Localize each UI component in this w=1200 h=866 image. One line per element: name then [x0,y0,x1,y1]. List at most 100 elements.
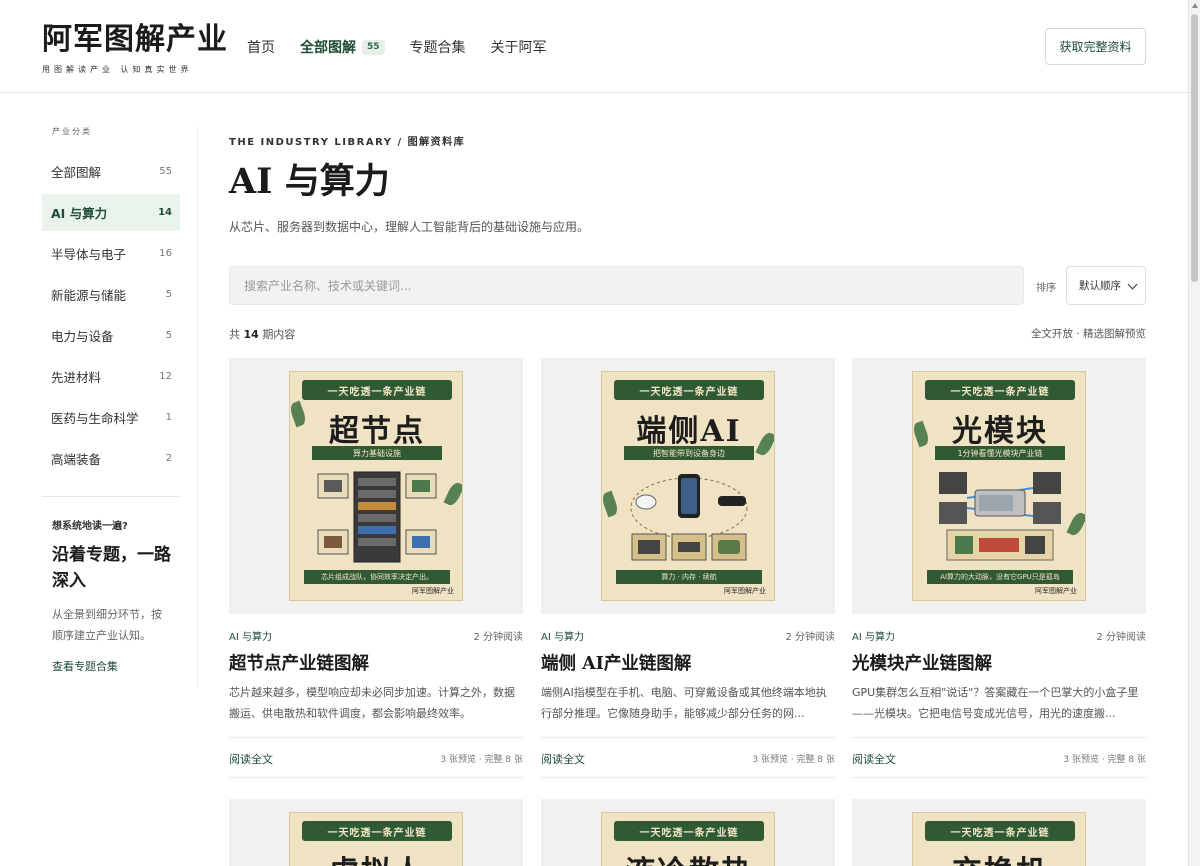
scroll-up-arrow-icon[interactable] [1192,3,1198,8]
read-full-link[interactable]: 阅读全文 [229,751,273,767]
poster-title: 端侧AI [636,414,742,449]
poster-banner: 一天吃透一条产业链 [925,821,1075,841]
card-description: 芯片越来越多，模型响应却未必同步加速。计算之外，数据搬运、供电散热和软件调度，都… [229,686,515,720]
logo-subtitle: 用图解读产业 认知真实世界 [42,65,193,74]
poster-banner: 一天吃透一条产业链 [302,380,452,400]
poster-signature: 阿军图解产业 [412,587,454,595]
search-input[interactable]: 搜索产业名称、技术或关键词... [229,266,1024,305]
article-card[interactable]: 一天吃透一条产业链 端侧AI 把智能带到设备身边 算力 · 内存 · 续航 阿军… [541,358,835,778]
poster-banner: 一天吃透一条产业链 [614,380,764,400]
card-stats: 3 张预览 · 完整 8 张 [1063,755,1146,765]
nav-count-badge: 55 [362,39,385,55]
article-card-thumbnail[interactable]: 一天吃透一条产业链 虚拟人 [229,799,523,866]
article-card[interactable]: 一天吃透一条产业链 超节点 算力基础设施 芯片组成战队，协同效率决定产出。 阿军… [229,358,523,778]
poster-banner: 一天吃透一条产业链 [302,821,452,841]
card-title[interactable]: 超节点产业链图解 [229,652,523,676]
poster-title: 光模块 [952,414,1048,449]
sidebar-item-pharma[interactable]: 医药与生命科学 1 [42,399,180,436]
sort-select[interactable]: 默认顺序 [1066,266,1146,305]
sidebar-item-new-energy[interactable]: 新能源与储能 5 [42,276,180,313]
chevron-down-icon [1127,279,1138,290]
sidebar-promo: 想系统地读一遍? 沿着专题，一路深入 从全景到细分环节，按顺序建立产业认知。 查… [42,517,172,674]
sort-label: 排序 [1036,283,1056,294]
poster-image: 一天吃透一条产业链 超节点 算力基础设施 芯片组成战队，协同效率决定产出。 阿军… [289,371,463,601]
optical-module-illustration [939,472,1061,561]
main-nav: 首页 全部图解 55 专题合集 关于阿军 [247,37,572,57]
nav-collections-label: 专题合集 [409,40,466,56]
card-category[interactable]: AI 与算力 [852,628,895,643]
nav-home[interactable]: 首页 [247,37,275,57]
poster-image: 一天吃透一条产业链 光模块 1分钟看懂光模块产业链 AI算力的大动脉，没有它GP… [912,371,1086,601]
leaf-decoration [443,480,462,508]
card-meta: AI 与算力 2 分钟阅读 [852,628,1146,643]
read-full-link[interactable]: 阅读全文 [852,751,896,767]
card-title[interactable]: 端侧 AI产业链图解 [541,652,835,676]
logo-title: 阿军图解产业 [42,22,228,57]
poster-ribbon: 把智能带到设备身边 [624,446,754,460]
sidebar-section-label: 产业分类 [52,127,92,136]
card-category[interactable]: AI 与算力 [229,628,272,643]
article-card-thumbnail[interactable]: 一天吃透一条产业链 交换机 [852,799,1146,866]
sidebar-item-label: 半导体与电子 [51,247,127,262]
scroll-thumb[interactable] [1191,14,1198,282]
poster-signature: 阿军图解产业 [724,587,766,595]
nav-about[interactable]: 关于阿军 [491,37,547,57]
card-footer: 阅读全文 3 张预览 · 完整 8 张 [852,737,1146,778]
sidebar-item-label: 先进材料 [51,370,102,385]
poster-footer: 算力 · 内存 · 续航 [616,570,762,584]
poster-title: 超节点 [329,414,425,449]
article-card[interactable]: 一天吃透一条产业链 光模块 1分钟看懂光模块产业链 AI算力的大动脉，没有它GP… [852,358,1146,778]
poster-title: 液冷散热 [602,847,776,866]
nav-collections[interactable]: 专题合集 [410,37,466,57]
card-category[interactable]: AI 与算力 [541,628,584,643]
result-count-row: 共 14 期内容 全文开放 · 精选图解预览 [229,326,1146,342]
card-thumbnail[interactable]: 一天吃透一条产业链 超节点 算力基础设施 芯片组成战队，协同效率决定产出。 阿军… [229,358,523,614]
page-scrollbar[interactable] [1188,0,1200,866]
card-title[interactable]: 光模块产业链图解 [852,652,1146,676]
sidebar-item-advanced-materials[interactable]: 先进材料 12 [42,358,180,395]
sidebar-item-high-end-equipment[interactable]: 高端装备 2 [42,440,180,477]
card-thumbnail[interactable]: 一天吃透一条产业链 端侧AI 把智能带到设备身边 算力 · 内存 · 续航 阿军… [541,358,835,614]
count-prefix: 共 [229,328,240,341]
article-card-thumbnail[interactable]: 一天吃透一条产业链 液冷散热 [541,799,835,866]
view-collections-link[interactable]: 查看专题合集 [52,658,172,674]
poster-title: 交换机 [913,847,1087,866]
poster-image: 一天吃透一条产业链 虚拟人 [289,812,463,866]
card-stats: 3 张预览 · 完整 8 张 [752,755,835,765]
sidebar-item-label: 电力与设备 [51,329,114,344]
poster-ribbon: 1分钟看懂光模块产业链 [935,446,1065,460]
site-header: 阿军图解产业 用图解读产业 认知真实世界 首页 全部图解 55 专题合集 关于阿军… [0,0,1188,93]
card-stats: 3 张预览 · 完整 8 张 [440,755,523,765]
sort-value: 默认顺序 [1079,280,1121,292]
sidebar-item-count: 12 [159,371,172,382]
sidebar-item-count: 2 [165,453,172,464]
sidebar-item-label: 高端装备 [51,452,102,467]
sidebar-item-count: 14 [158,207,172,218]
search-row: 搜索产业名称、技术或关键词... 排序 默认顺序 [229,266,1146,305]
poster-image: 一天吃透一条产业链 交换机 [912,812,1086,866]
sidebar-item-ai-compute[interactable]: AI 与算力 14 [42,194,180,231]
card-read-time: 2 分钟阅读 [785,632,835,643]
poster-signature: 阿军图解产业 [1035,587,1077,595]
card-description: GPU集群怎么互相"说话"？答案藏在一个巴掌大的小盒子里——光模块。它把电信号变… [852,686,1139,720]
sidebar-item-count: 5 [165,289,172,300]
sidebar-item-count: 55 [159,166,172,177]
card-thumbnail[interactable]: 一天吃透一条产业链 光模块 1分钟看懂光模块产业链 AI算力的大动脉，没有它GP… [852,358,1146,614]
card-footer: 阅读全文 3 张预览 · 完整 8 张 [541,737,835,778]
sidebar-item-power-equipment[interactable]: 电力与设备 5 [42,317,180,354]
count-suffix: 期内容 [262,328,296,341]
sidebar-item-all[interactable]: 全部图解 55 [42,153,180,190]
read-full-link[interactable]: 阅读全文 [541,751,585,767]
eyebrow-label: THE INDUSTRY LIBRARY / 图解资料库 [229,137,466,148]
sidebar-item-label: AI 与算力 [51,206,108,221]
poster-title: 虚拟人 [290,847,464,866]
leaf-decoration [602,490,620,518]
nav-all-diagrams[interactable]: 全部图解 55 [300,37,385,57]
sidebar-item-semiconductor[interactable]: 半导体与电子 16 [42,235,180,272]
server-rack-illustration [317,471,437,563]
poster-footer: AI算力的大动脉，没有它GPU只是孤岛 [927,570,1073,584]
site-logo[interactable]: 阿军图解产业 用图解读产业 认知真实世界 [42,22,228,75]
poster-footer: 芯片组成战队，协同效率决定产出。 [304,570,450,584]
get-full-materials-button[interactable]: 获取完整资料 [1045,28,1146,65]
poster-banner: 一天吃透一条产业链 [925,380,1075,400]
